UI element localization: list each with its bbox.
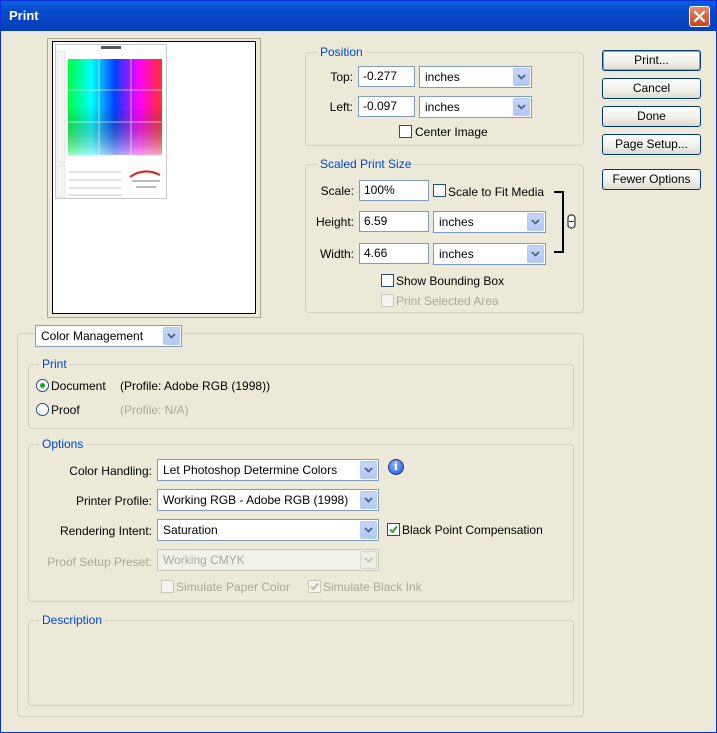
width-unit-value: inches <box>439 247 474 261</box>
proof-setup-preset-value: Working CMYK <box>163 553 245 567</box>
proof-profile: (Profile: N/A) <box>120 403 189 417</box>
print-group <box>28 364 574 429</box>
checkmark-icon <box>310 582 319 591</box>
simulate-black-ink-checkbox <box>308 580 321 593</box>
color-handling-value: Let Photoshop Determine Colors <box>163 463 338 477</box>
printer-profile-label: Printer Profile: <box>75 494 152 508</box>
left-unit-select[interactable]: inches <box>419 96 532 118</box>
title-bar: Print <box>1 1 716 31</box>
document-label[interactable]: Document <box>51 379 106 393</box>
color-target-thumbnail <box>56 46 162 198</box>
description-group <box>28 620 574 706</box>
cancel-button[interactable]: Cancel <box>602 78 701 99</box>
chevron-down-icon[interactable] <box>527 245 544 263</box>
width-input[interactable]: 4.66 <box>359 243 429 264</box>
color-handling-label: Color Handling: <box>69 464 152 478</box>
proof-setup-preset-label: Proof Setup Preset: <box>47 555 152 569</box>
center-image-label[interactable]: Center Image <box>415 125 488 139</box>
options-legend: Options <box>39 437 87 451</box>
left-unit-value: inches <box>425 100 460 114</box>
top-unit-value: inches <box>425 70 460 84</box>
info-icon[interactable]: i <box>388 459 404 475</box>
document-profile: (Profile: Adobe RGB (1998)) <box>120 379 271 393</box>
window-title: Print <box>9 8 39 23</box>
chevron-down-icon[interactable] <box>513 68 530 86</box>
width-unit-select[interactable]: inches <box>433 243 546 265</box>
chevron-down-icon[interactable] <box>360 461 377 479</box>
show-bounding-box-label[interactable]: Show Bounding Box <box>396 274 504 288</box>
close-icon[interactable] <box>689 6 710 27</box>
scale-input[interactable]: 100% <box>359 180 429 201</box>
height-unit-value: inches <box>439 215 474 229</box>
center-image-checkbox[interactable] <box>399 125 412 138</box>
simulate-paper-color-label: Simulate Paper Color <box>176 580 291 594</box>
printer-profile-value: Working RGB - Adobe RGB (1998) <box>163 493 349 507</box>
scale-to-fit-checkbox[interactable] <box>433 184 446 197</box>
proof-radio[interactable] <box>36 403 49 416</box>
fewer-options-button[interactable]: Fewer Options <box>602 169 701 190</box>
description-legend: Description <box>39 613 106 627</box>
height-input[interactable]: 6.59 <box>359 211 429 232</box>
width-label: Width: <box>319 247 354 261</box>
print-selected-area-label: Print Selected Area <box>396 294 499 308</box>
scale-label: Scale: <box>320 184 354 198</box>
rendering-intent-label: Rendering Intent: <box>59 524 152 538</box>
print-dialog: Print Print... Cancel Done Page Setup...… <box>0 0 717 733</box>
scale-to-fit-label[interactable]: Scale to Fit Media <box>448 185 544 199</box>
chevron-down-icon[interactable] <box>360 491 377 509</box>
checkmark-icon <box>389 525 398 534</box>
constrain-proportions-link-icon[interactable] <box>553 191 577 253</box>
proof-label[interactable]: Proof <box>51 403 80 417</box>
chevron-down-icon[interactable] <box>513 98 530 116</box>
page-setup-button[interactable]: Page Setup... <box>602 134 701 155</box>
preview-image[interactable] <box>55 44 167 199</box>
proof-setup-preset-select: Working CMYK <box>157 549 379 571</box>
show-bounding-box-checkbox[interactable] <box>381 274 394 287</box>
height-unit-select[interactable]: inches <box>433 211 546 233</box>
position-legend: Position <box>317 45 366 59</box>
black-point-compensation-checkbox[interactable] <box>387 523 400 536</box>
top-input[interactable]: -0.277 <box>358 66 415 87</box>
top-unit-select[interactable]: inches <box>419 66 532 88</box>
chevron-down-icon[interactable] <box>163 327 180 345</box>
print-legend: Print <box>39 357 70 371</box>
height-label: Height: <box>315 215 354 229</box>
rendering-intent-select[interactable]: Saturation <box>157 519 379 541</box>
done-button[interactable]: Done <box>602 106 701 127</box>
color-handling-select[interactable]: Let Photoshop Determine Colors <box>157 459 379 481</box>
chevron-down-icon[interactable] <box>527 213 544 231</box>
top-label: Top: <box>330 70 353 84</box>
scaled-print-size-legend: Scaled Print Size <box>317 157 415 171</box>
black-point-compensation-label[interactable]: Black Point Compensation <box>402 523 543 537</box>
printer-profile-select[interactable]: Working RGB - Adobe RGB (1998) <box>157 489 379 511</box>
simulate-black-ink-label: Simulate Black Ink <box>323 580 422 594</box>
chevron-down-icon[interactable] <box>360 521 377 539</box>
left-label: Left: <box>329 100 353 114</box>
left-input[interactable]: -0.097 <box>358 96 415 117</box>
section-select[interactable]: Color Management <box>35 325 182 347</box>
chevron-down-icon <box>360 551 377 569</box>
print-button[interactable]: Print... <box>602 50 701 71</box>
document-radio[interactable] <box>36 379 49 392</box>
rendering-intent-value: Saturation <box>163 523 218 537</box>
print-selected-area-checkbox <box>381 294 394 307</box>
radio-selected-dot <box>40 383 45 388</box>
simulate-paper-color-checkbox <box>161 580 174 593</box>
section-select-value: Color Management <box>41 329 144 343</box>
